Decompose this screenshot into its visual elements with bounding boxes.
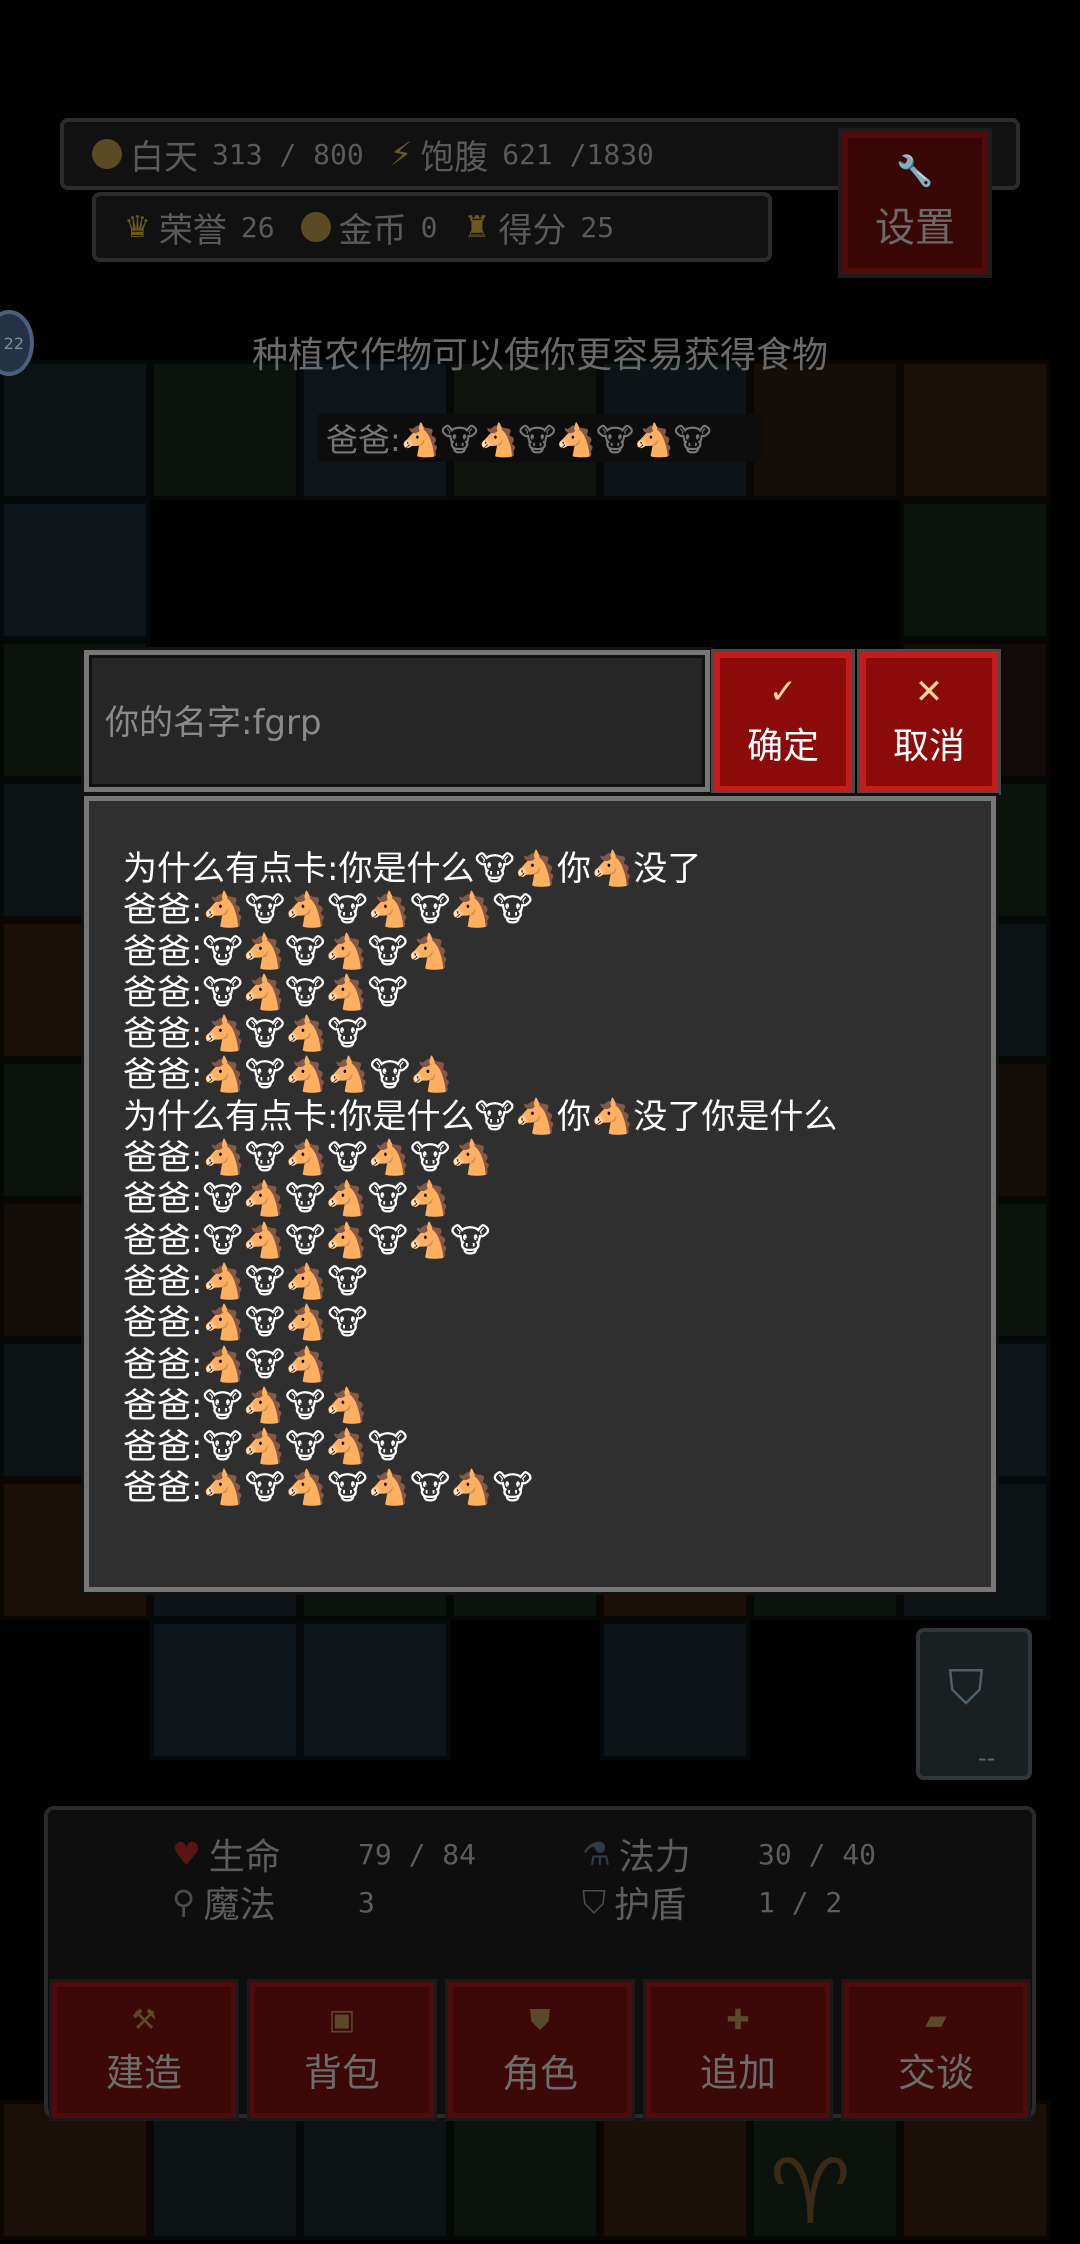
magic-label: 魔法	[203, 1885, 276, 1926]
sun-icon	[92, 139, 122, 169]
bag-button[interactable]: ▣ 背包	[247, 1979, 437, 2121]
gold-value: 0	[420, 210, 438, 244]
staff-icon: ⚲	[172, 1883, 196, 1921]
chat-message: 爸爸:🐮🐴🐮🐴🐮	[123, 972, 408, 1013]
chat-message: 爸爸:🐴🐮🐴🐮🐴🐮🐴	[123, 1138, 493, 1179]
chat-log[interactable]: 为什么有点卡:你是什么🐮🐴你🐴没了 爸爸:🐴🐮🐴🐮🐴🐮🐴🐮 爸爸:🐮🐴🐮🐴🐮🐴 …	[84, 796, 996, 1592]
day-value: 313 / 800	[212, 137, 364, 171]
hammer-icon: ⚒	[131, 2003, 157, 2036]
potion-icon: ⚗	[582, 1835, 611, 1873]
gold-stat: 金币 0	[300, 203, 438, 252]
talk-button[interactable]: ▰ 交谈	[841, 1979, 1031, 2121]
mp-label: 法力	[618, 1837, 691, 1878]
hunger-value: 621 /1830	[502, 137, 654, 171]
hunger-stat: ⚡ 饱腹 621 /1830	[390, 130, 654, 179]
chat-message: 爸爸:🐴🐮🐴🐮	[123, 1303, 368, 1344]
add-label: 追加	[699, 2051, 776, 2095]
tip-text: 种植农作物可以使你更容易获得食物	[251, 335, 828, 376]
honor-stat: ♛ 荣誉 26	[124, 203, 275, 252]
chat-message: 爸爸:🐮🐴🐮🐴🐮🐴🐮	[123, 1220, 491, 1261]
hud-second-row: ♛ 荣誉 26 金币 0 ♜ 得分 25	[92, 192, 772, 262]
add-button[interactable]: ✚ 追加	[643, 1979, 833, 2121]
heart-icon: ♥	[172, 1835, 201, 1873]
confirm-label: 确定	[746, 726, 819, 767]
honor-value: 26	[240, 210, 275, 244]
cancel-button[interactable]: ✕ 取消	[857, 649, 1001, 795]
role-label: 角色	[501, 2051, 578, 2096]
bag-label: 背包	[303, 2051, 380, 2095]
chat-banner: 爸爸:🐴🐮🐴🐮🐴🐮🐴🐮	[318, 414, 762, 462]
day-stat: 白天 313 / 800	[92, 130, 364, 179]
bag-icon: ▣	[328, 2003, 356, 2036]
wrench-icon: 🔧	[896, 153, 934, 189]
hp-label: 生命	[208, 1837, 281, 1878]
shield-small-icon: ⛉	[582, 1882, 607, 1921]
name-input[interactable]	[105, 695, 685, 751]
cancel-label: 取消	[892, 726, 965, 767]
chat-message: 爸爸:🐮🐴🐮🐴	[123, 1385, 368, 1426]
chat-message: 爸爸:🐴🐮🐴🐴🐮🐴	[123, 1055, 453, 1096]
crown-icon: ♛	[124, 209, 151, 245]
hp-stat: ♥ 生命 79 / 84	[172, 1828, 476, 1880]
coin-icon	[300, 212, 331, 242]
chat-message: 为什么有点卡:你是什么🐮🐴你🐴没了	[123, 849, 702, 889]
chat-message: 爸爸:🐴🐮🐴🐮	[123, 1014, 368, 1055]
role-button[interactable]: ⛊ 角色	[445, 1979, 635, 2121]
chat-message: 爸爸:🐮🐴🐮🐴🐮🐴	[123, 931, 451, 972]
score-stat: ♜ 得分 25	[463, 203, 614, 252]
name-input-box	[84, 650, 710, 792]
gold-label: 金币	[338, 210, 407, 251]
mp-stat: ⚗ 法力 30 / 40	[582, 1828, 876, 1880]
shield-value: 1 / 2	[758, 1885, 843, 1919]
hunger-label: 饱腹	[420, 137, 489, 178]
magic-value: 3	[358, 1885, 375, 1919]
magic-stat: ⚲ 魔法 3	[172, 1876, 375, 1928]
close-icon: ✕	[914, 672, 944, 712]
chat-message: 爸爸:🐴🐮🐴🐮🐴🐮🐴🐮	[123, 890, 533, 931]
mp-value: 30 / 40	[758, 1837, 877, 1871]
armor-icon: ⛊	[529, 2002, 551, 2036]
bolt-icon: ⚡	[389, 135, 413, 173]
confirm-button[interactable]: ✓ 确定	[711, 649, 855, 795]
score-label: 得分	[498, 210, 567, 251]
chat-message: 为什么有点卡:你是什么🐮🐴你🐴没了你是什么	[123, 1096, 838, 1137]
check-icon: ✓	[768, 672, 798, 712]
score-value: 25	[580, 210, 615, 244]
shield-icon: ⛉	[948, 1660, 985, 1716]
shield-slot[interactable]: ⛉ --	[916, 1628, 1032, 1780]
day-label: 白天	[130, 137, 198, 178]
chat-message: 爸爸:🐮🐴🐮🐴🐮🐴	[123, 1179, 451, 1220]
chat-message: 爸爸:🐮🐴🐮🐴🐮	[123, 1427, 408, 1468]
chat-message: 爸爸:🐴🐮🐴🐮🐴🐮🐴🐮	[123, 1468, 533, 1509]
chat-message: 爸爸:🐴🐮🐴🐮	[123, 1261, 368, 1302]
trophy-icon: ♜	[463, 209, 491, 245]
build-button[interactable]: ⚒ 建造	[49, 1979, 239, 2121]
plus-icon: ✚	[726, 2003, 750, 2036]
goat-sprite: ♈	[770, 2140, 851, 2244]
chat-message: 爸爸:🐴🐮🐴	[123, 1344, 328, 1385]
hp-value: 79 / 84	[358, 1837, 477, 1871]
settings-button[interactable]: 🔧 设置	[838, 128, 992, 278]
slot-value: --	[978, 1744, 996, 1772]
build-label: 建造	[105, 2051, 182, 2095]
shield-label: 护盾	[614, 1885, 687, 1926]
talk-label: 交谈	[897, 2051, 974, 2095]
speech-icon: ▰	[925, 2003, 947, 2036]
shield-stat: ⛉ 护盾 1 / 2	[582, 1876, 842, 1928]
honor-label: 荣誉	[158, 210, 227, 251]
settings-label: 设置	[875, 204, 955, 251]
